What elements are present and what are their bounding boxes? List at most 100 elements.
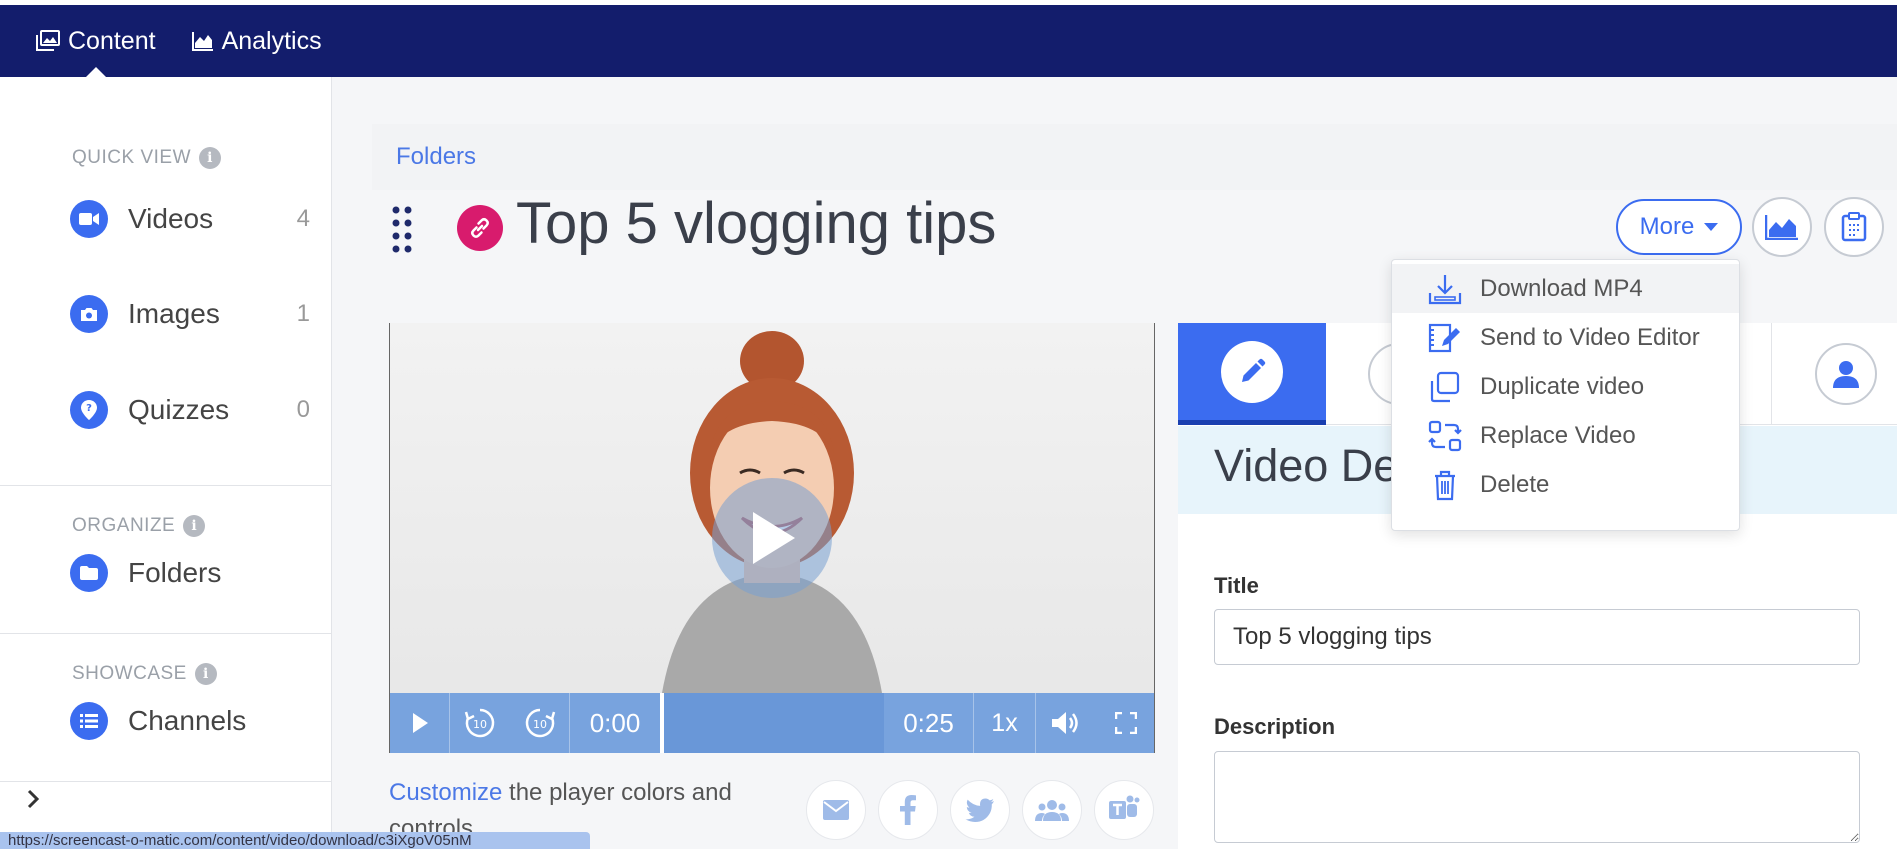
share-buttons (806, 780, 1166, 840)
sidebar-item-label: Folders (128, 557, 222, 588)
playback-speed-button[interactable]: 1x (974, 693, 1036, 753)
organize-label: ORGANIZE (72, 515, 176, 536)
sidebar-item-count: 0 (296, 396, 310, 423)
tab-edit[interactable] (1178, 323, 1326, 425)
twitter-icon (965, 798, 994, 822)
video-camera-icon (70, 200, 108, 238)
chart-area-icon (1765, 215, 1798, 240)
play-icon (412, 713, 428, 733)
more-dropdown-menu: Download MP4 Send to Video Editor Duplic… (1391, 259, 1740, 531)
sidebar-item-quizzes[interactable]: ? Quizzes 0 (70, 391, 310, 429)
showcase-label: SHOWCASE (72, 663, 187, 684)
menu-item-replace-video[interactable]: Replace Video (1392, 411, 1739, 460)
top-nav: Content Analytics (0, 0, 1897, 77)
menu-item-send-to-video-editor[interactable]: Send to Video Editor (1392, 313, 1739, 362)
analytics-button[interactable] (1752, 197, 1812, 257)
chart-area-icon (191, 32, 213, 51)
users-group-icon (1035, 800, 1069, 821)
sidebar-divider (0, 781, 332, 782)
fullscreen-button[interactable] (1096, 693, 1154, 753)
customize-link[interactable]: Customize (389, 779, 502, 806)
info-icon[interactable]: i (194, 663, 217, 685)
share-teams-button[interactable] (1094, 780, 1154, 840)
sidebar-item-videos[interactable]: Videos 4 (70, 200, 310, 238)
tab-owner[interactable] (1815, 343, 1877, 405)
more-button[interactable]: More (1616, 199, 1742, 255)
share-twitter-button[interactable] (950, 780, 1010, 840)
breadcrumb-folders-link[interactable]: Folders (396, 143, 476, 171)
images-icon (36, 30, 60, 51)
menu-item-duplicate-video[interactable]: Duplicate video (1392, 362, 1739, 411)
quiz-icon: ? (70, 391, 108, 429)
menu-item-label: Send to Video Editor (1480, 323, 1700, 351)
pencil-icon (1221, 340, 1283, 403)
nav-content-label: Content (68, 26, 156, 55)
rewind-10-icon: 10 (464, 708, 495, 738)
share-email-button[interactable] (806, 780, 866, 840)
svg-text:?: ? (86, 403, 92, 414)
organize-heading: ORGANIZE i (72, 515, 206, 537)
title-input[interactable] (1214, 609, 1860, 665)
sidebar-item-images[interactable]: Images 1 (70, 295, 310, 333)
menu-item-label: Replace Video (1480, 421, 1636, 449)
quick-view-label: QUICK VIEW (72, 147, 192, 168)
nav-analytics[interactable]: Analytics (191, 5, 322, 77)
description-label: Description (1214, 714, 1336, 739)
sidebar-item-label: Quizzes (128, 394, 230, 425)
more-button-label: More (1639, 213, 1695, 240)
volume-button[interactable] (1036, 693, 1096, 753)
play-icon (753, 512, 795, 564)
user-icon (1833, 361, 1859, 388)
menu-item-delete[interactable]: Delete (1392, 460, 1739, 509)
tab-divider (1771, 323, 1772, 425)
sidebar-item-count: 4 (296, 205, 310, 232)
rewind-10-button[interactable]: 10 (450, 693, 510, 753)
volume-icon (1052, 712, 1078, 734)
sidebar-item-channels[interactable]: Channels (70, 702, 310, 740)
menu-item-label: Download MP4 (1480, 274, 1643, 302)
link-icon[interactable] (457, 205, 503, 251)
sidebar: QUICK VIEW i Videos 4 Images 1 ? Quizzes… (0, 77, 332, 849)
caret-down-icon (1704, 223, 1719, 231)
replace-icon (1428, 420, 1462, 451)
duration-time: 0:25 (884, 693, 974, 753)
sidebar-item-label: Channels (128, 705, 247, 736)
svg-text:10: 10 (473, 718, 487, 731)
sidebar-item-count: 1 (296, 300, 310, 327)
menu-item-download-mp4[interactable]: Download MP4 (1392, 264, 1739, 313)
current-time: 0:00 (589, 707, 641, 738)
share-facebook-button[interactable] (878, 780, 938, 840)
clipboard-button[interactable] (1824, 197, 1884, 257)
play-overlay-button[interactable] (712, 478, 832, 598)
progress-scrubber[interactable] (660, 693, 884, 753)
sidebar-divider (0, 485, 332, 486)
info-icon[interactable]: i (183, 515, 206, 537)
breadcrumb: Folders (372, 124, 1897, 190)
play-button[interactable] (390, 693, 450, 753)
forward-10-button[interactable]: 10 (510, 693, 570, 753)
quick-view-heading: QUICK VIEW i (72, 147, 222, 169)
forward-10-icon: 10 (525, 708, 555, 738)
share-group-button[interactable] (1022, 780, 1082, 840)
facebook-icon (900, 795, 916, 825)
title-label: Title (1214, 573, 1259, 598)
status-bar-url: https://screencast-o-matic.com/content/v… (0, 832, 590, 849)
sidebar-item-label: Images (128, 298, 220, 329)
svg-text:10: 10 (533, 718, 547, 731)
description-textarea[interactable] (1214, 751, 1860, 843)
trash-icon (1435, 470, 1455, 500)
showcase-heading: SHOWCASE i (72, 663, 217, 685)
info-icon[interactable]: i (199, 147, 222, 169)
download-icon (1428, 274, 1462, 304)
sidebar-divider (0, 633, 332, 634)
film-edit-icon (1428, 323, 1460, 352)
sidebar-item-folders[interactable]: Folders (70, 554, 310, 592)
menu-item-label: Duplicate video (1480, 372, 1645, 400)
menu-item-label: Delete (1480, 470, 1550, 498)
chevron-right-icon[interactable] (26, 789, 40, 809)
nav-content[interactable]: Content (36, 5, 156, 77)
duplicate-icon (1430, 371, 1460, 402)
player-controls: 10 10 0:00 0:25 1x (390, 693, 1154, 753)
drag-handle-icon[interactable] (392, 206, 412, 254)
video-player[interactable]: 10 10 0:00 0:25 1x (389, 323, 1155, 753)
